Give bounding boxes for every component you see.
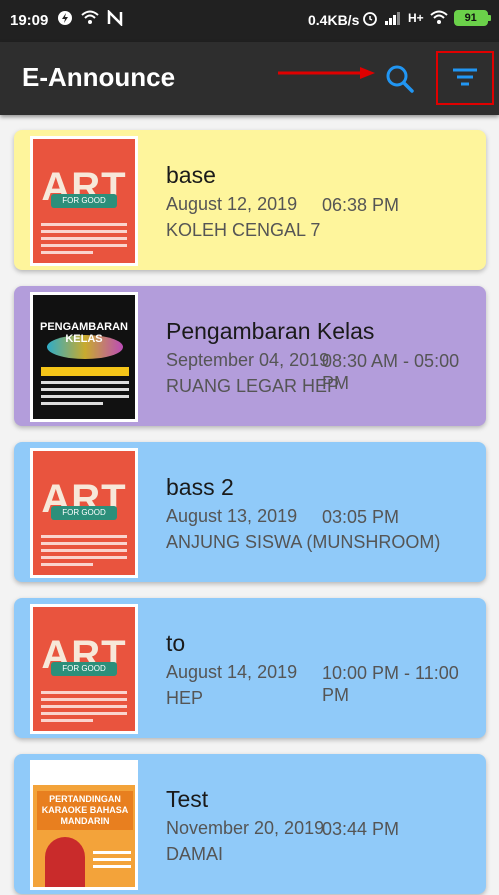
poster-art-ribbon: FOR GOOD xyxy=(51,194,117,208)
status-time: 19:09 xyxy=(10,12,49,29)
app-title: E-Announce xyxy=(22,62,176,92)
announcement-time: 03:44 PM xyxy=(322,819,400,839)
poster-thumbnail: ART FOR GOOD xyxy=(30,448,138,578)
poster-text-lines xyxy=(41,223,127,261)
announcement-title: base xyxy=(166,162,216,188)
announcement-title: bass 2 xyxy=(166,474,234,500)
search-button[interactable] xyxy=(383,62,417,96)
announcement-date: November 20, 2019 xyxy=(166,818,325,838)
poster-pk-heading: PENGAMBARAN KELAS xyxy=(40,321,128,345)
pengambaran-poster-image: PENGAMBARAN KELAS xyxy=(33,295,135,419)
filter-icon xyxy=(453,68,477,86)
announcement-venue: DAMAI xyxy=(166,844,224,864)
network-speed: 0.4KB/s xyxy=(308,12,360,28)
wifi-icon-right xyxy=(430,10,448,24)
status-left-icons xyxy=(57,10,123,26)
status-right-icons: H+ 91 xyxy=(362,10,491,26)
signal-icon xyxy=(385,12,400,25)
poster-thumbnail: ART FOR GOOD xyxy=(30,604,138,734)
announcement-card[interactable]: ART FOR GOOD to August 14, 2019 10:00 PM - 1… xyxy=(14,598,486,738)
search-icon xyxy=(386,65,414,93)
poster-thumbnail: PERTANDINGAN KARAOKE BAHASA MANDARIN xyxy=(30,760,138,890)
announcement-list: ART FOR GOOD base August 12, 2019 06:38 PM KO… xyxy=(14,130,486,895)
filter-button[interactable] xyxy=(436,51,494,105)
art-poster-image: ART FOR GOOD xyxy=(33,451,135,575)
announcement-card[interactable]: PERTANDINGAN KARAOKE BAHASA MANDARIN Test… xyxy=(14,754,486,894)
karaoke-poster-image: PERTANDINGAN KARAOKE BAHASA MANDARIN xyxy=(33,763,135,887)
announcement-venue: RUANG LEGAR HEP xyxy=(166,376,340,396)
announcement-time: 08:30 AM - 05:00 PM xyxy=(322,351,460,393)
announcement-venue: HEP xyxy=(166,688,204,708)
announcement-card[interactable]: ART FOR GOOD base August 12, 2019 06:38 PM KO… xyxy=(14,130,486,270)
battery-icon: 91 xyxy=(453,10,491,26)
announcement-date: August 14, 2019 xyxy=(166,662,298,682)
poster-banner xyxy=(41,367,129,376)
art-poster-image: ART FOR GOOD xyxy=(33,139,135,263)
poster-text-lines xyxy=(93,851,131,881)
announcement-venue: KOLEH CENGAL 7 xyxy=(166,220,321,240)
poster-text-lines xyxy=(41,381,129,411)
announcement-card[interactable]: PENGAMBARAN KELAS Pengambaran Kelas Septem… xyxy=(14,286,486,426)
announcement-date: August 12, 2019 xyxy=(166,194,298,214)
poster-figure xyxy=(45,837,85,887)
poster-text-lines xyxy=(41,691,127,729)
poster-thumbnail: ART FOR GOOD xyxy=(30,136,138,266)
announcement-date: September 04, 2019 xyxy=(166,350,330,370)
announcement-time: 03:05 PM xyxy=(322,507,400,527)
app-bar: E-Announce xyxy=(0,42,499,115)
announcement-date: August 13, 2019 xyxy=(166,506,298,526)
poster-art-ribbon: FOR GOOD xyxy=(51,662,117,676)
status-bar: 19:09 0.4KB/s H+ 91 xyxy=(0,0,499,42)
alarm-icon xyxy=(363,12,377,26)
announcement-title: Pengambaran Kelas xyxy=(166,318,375,344)
announcement-title: Test xyxy=(166,786,209,812)
poster-thumbnail: PENGAMBARAN KELAS xyxy=(30,292,138,422)
announcement-time: 10:00 PM - 11:00 PM xyxy=(322,663,459,705)
announcement-venue: ANJUNG SISWA (MUNSHROOM) xyxy=(166,532,441,552)
poster-karaoke-title: PERTANDINGAN KARAOKE BAHASA MANDARIN xyxy=(37,791,133,830)
poster-text-lines xyxy=(41,535,127,573)
announcement-card[interactable]: ART FOR GOOD bass 2 August 13, 2019 03:05 PM… xyxy=(14,442,486,582)
announcement-time: 06:38 PM xyxy=(322,195,400,215)
network-type: H+ xyxy=(408,11,424,25)
art-poster-image: ART FOR GOOD xyxy=(33,607,135,731)
poster-art-ribbon: FOR GOOD xyxy=(51,506,117,520)
poster-logos xyxy=(33,763,135,785)
nfc-icon xyxy=(107,10,123,26)
annotation-arrow xyxy=(278,67,375,79)
wifi-icon xyxy=(81,10,99,24)
hotspot-icon xyxy=(58,11,72,25)
announcement-title: to xyxy=(166,630,186,656)
